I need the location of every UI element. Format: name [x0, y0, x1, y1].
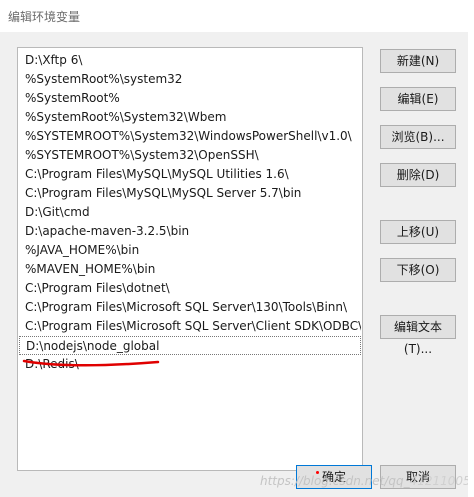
background-window-edge [468, 0, 474, 497]
edit-button[interactable]: 编辑(E) [380, 87, 456, 111]
watermark: https://blog.csdn.net/qq_41211005 [260, 474, 471, 488]
title-bar: 编辑环境变量 [0, 0, 474, 32]
window-title: 编辑环境变量 [8, 10, 81, 24]
red-underline-annotation [22, 359, 160, 367]
red-dot-marker [316, 471, 319, 474]
watermark-text: https://blog.csdn.net/qq_ [260, 474, 410, 488]
browse-button[interactable]: 浏览(B)... [380, 125, 456, 149]
watermark-number: 41211005 [409, 474, 471, 488]
move-up-button[interactable]: 上移(U) [380, 220, 456, 244]
new-button[interactable]: 新建(N) [380, 49, 456, 73]
edit-text-button[interactable]: 编辑文本(T)... [380, 315, 456, 356]
edit-env-var-dialog: 编辑环境变量 D:\Xftp 6\ %SystemRoot%\system32 … [0, 0, 474, 497]
path-list[interactable]: D:\Xftp 6\ %SystemRoot%\system32 %System… [17, 47, 363, 471]
move-down-button[interactable]: 下移(O) [380, 258, 456, 282]
delete-button[interactable]: 删除(D) [380, 163, 456, 187]
